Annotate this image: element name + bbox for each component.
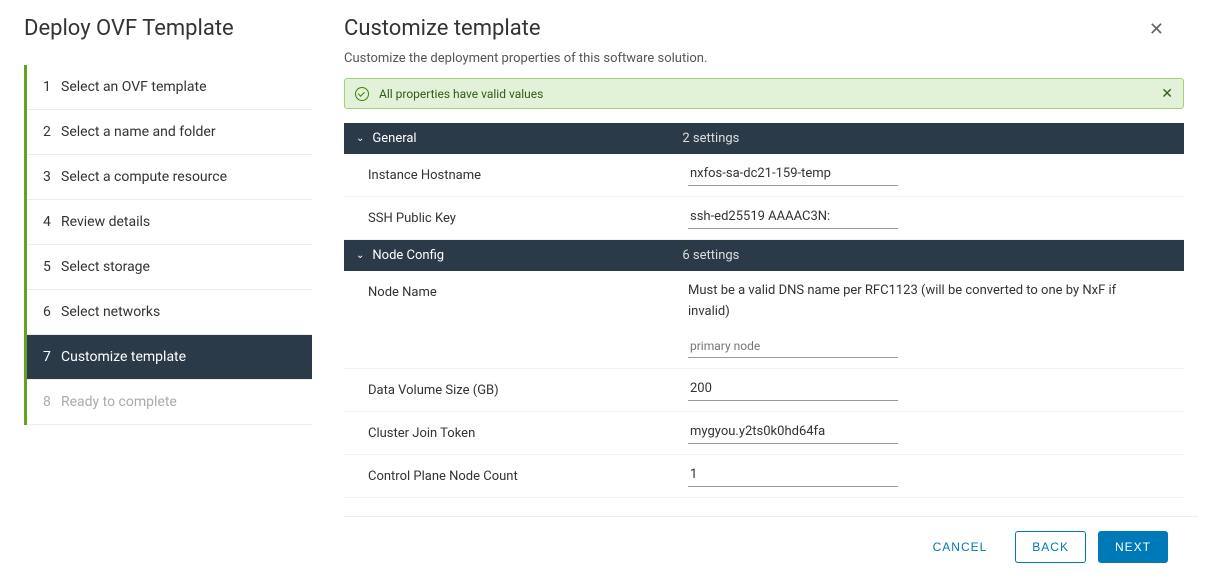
- close-icon: ✕: [1161, 85, 1173, 101]
- page-subtitle: Customize the deployment properties of t…: [344, 51, 1198, 66]
- step-select-storage[interactable]: 5 Select storage: [27, 245, 312, 290]
- content-scroll-area[interactable]: All properties have valid values ✕ ⌄ Gen…: [344, 78, 1198, 516]
- banner-close-button[interactable]: ✕: [1161, 85, 1173, 102]
- property-control-plane-count: Control Plane Node Count: [344, 455, 1184, 498]
- wizard-main: Customize template ✕ Customize the deplo…: [324, 16, 1198, 573]
- property-label: SSH Public Key: [368, 207, 688, 226]
- property-node-name: Node Name Must be a valid DNS name per R…: [344, 271, 1184, 369]
- close-button[interactable]: ✕: [1145, 16, 1168, 42]
- property-label: Node Name: [368, 281, 688, 300]
- step-select-name[interactable]: 2 Select a name and folder: [27, 110, 312, 155]
- property-instance-hostname: Instance Hostname: [344, 154, 1184, 197]
- step-label: Select a compute resource: [61, 169, 227, 185]
- page-title: Customize template: [344, 16, 541, 41]
- instance-hostname-input[interactable]: [688, 164, 898, 186]
- step-label: Customize template: [61, 349, 186, 365]
- step-label: Select networks: [61, 304, 160, 320]
- step-label: Ready to complete: [61, 394, 177, 410]
- node-name-input[interactable]: [688, 337, 898, 358]
- ssh-public-key-input[interactable]: [688, 207, 898, 229]
- section-count: 2 settings: [682, 131, 739, 146]
- step-number: 3: [43, 169, 61, 185]
- wizard-title: Deploy OVF Template: [24, 16, 312, 41]
- wizard-footer: CANCEL BACK NEXT: [344, 516, 1198, 573]
- validation-banner: All properties have valid values ✕: [344, 78, 1184, 109]
- step-number: 8: [43, 394, 61, 410]
- property-description: Must be a valid DNS name per RFC1123 (wi…: [688, 281, 1160, 323]
- cancel-button[interactable]: CANCEL: [917, 532, 1004, 562]
- back-button[interactable]: BACK: [1015, 531, 1086, 563]
- section-title: General: [372, 131, 682, 146]
- step-select-ovf[interactable]: 1 Select an OVF template: [27, 65, 312, 110]
- section-header-node-config[interactable]: ⌄ Node Config 6 settings: [344, 240, 1184, 271]
- step-ready-complete: 8 Ready to complete: [27, 380, 312, 425]
- step-label: Select a name and folder: [61, 124, 216, 140]
- chevron-down-icon: ⌄: [356, 133, 364, 144]
- property-ssh-public-key: SSH Public Key: [344, 197, 1184, 240]
- check-circle-icon: [355, 87, 369, 101]
- chevron-down-icon: ⌄: [356, 250, 364, 261]
- property-cluster-join-token: Cluster Join Token: [344, 412, 1184, 455]
- step-label: Review details: [61, 214, 150, 230]
- property-label: Control Plane Node Count: [368, 465, 688, 484]
- data-volume-size-input[interactable]: [688, 379, 898, 401]
- section-general: ⌄ General 2 settings Instance Hostname S…: [344, 123, 1184, 240]
- close-icon: ✕: [1149, 19, 1164, 39]
- wizard-step-list: 1 Select an OVF template 2 Select a name…: [24, 65, 312, 425]
- property-data-volume-size: Data Volume Size (GB): [344, 369, 1184, 412]
- step-customize-template[interactable]: 7 Customize template: [27, 335, 312, 380]
- cluster-join-token-input[interactable]: [688, 422, 898, 444]
- step-number: 5: [43, 259, 61, 275]
- property-label: Data Volume Size (GB): [368, 379, 688, 398]
- section-header-general[interactable]: ⌄ General 2 settings: [344, 123, 1184, 154]
- step-number: 7: [43, 349, 61, 365]
- property-label: Instance Hostname: [368, 164, 688, 183]
- step-number: 6: [43, 304, 61, 320]
- section-count: 6 settings: [682, 248, 739, 263]
- control-plane-count-input[interactable]: [688, 465, 898, 487]
- step-label: Select an OVF template: [61, 79, 207, 95]
- section-title: Node Config: [372, 248, 682, 263]
- next-button[interactable]: NEXT: [1098, 531, 1168, 563]
- banner-message: All properties have valid values: [379, 87, 543, 101]
- step-review-details[interactable]: 4 Review details: [27, 200, 312, 245]
- section-node-config: ⌄ Node Config 6 settings Node Name Must …: [344, 240, 1184, 498]
- step-select-networks[interactable]: 6 Select networks: [27, 290, 312, 335]
- step-select-compute[interactable]: 3 Select a compute resource: [27, 155, 312, 200]
- step-number: 1: [43, 79, 61, 95]
- step-number: 2: [43, 124, 61, 140]
- property-label: Cluster Join Token: [368, 422, 688, 441]
- step-number: 4: [43, 214, 61, 230]
- wizard-sidebar: Deploy OVF Template 1 Select an OVF temp…: [24, 16, 324, 573]
- step-label: Select storage: [61, 259, 150, 275]
